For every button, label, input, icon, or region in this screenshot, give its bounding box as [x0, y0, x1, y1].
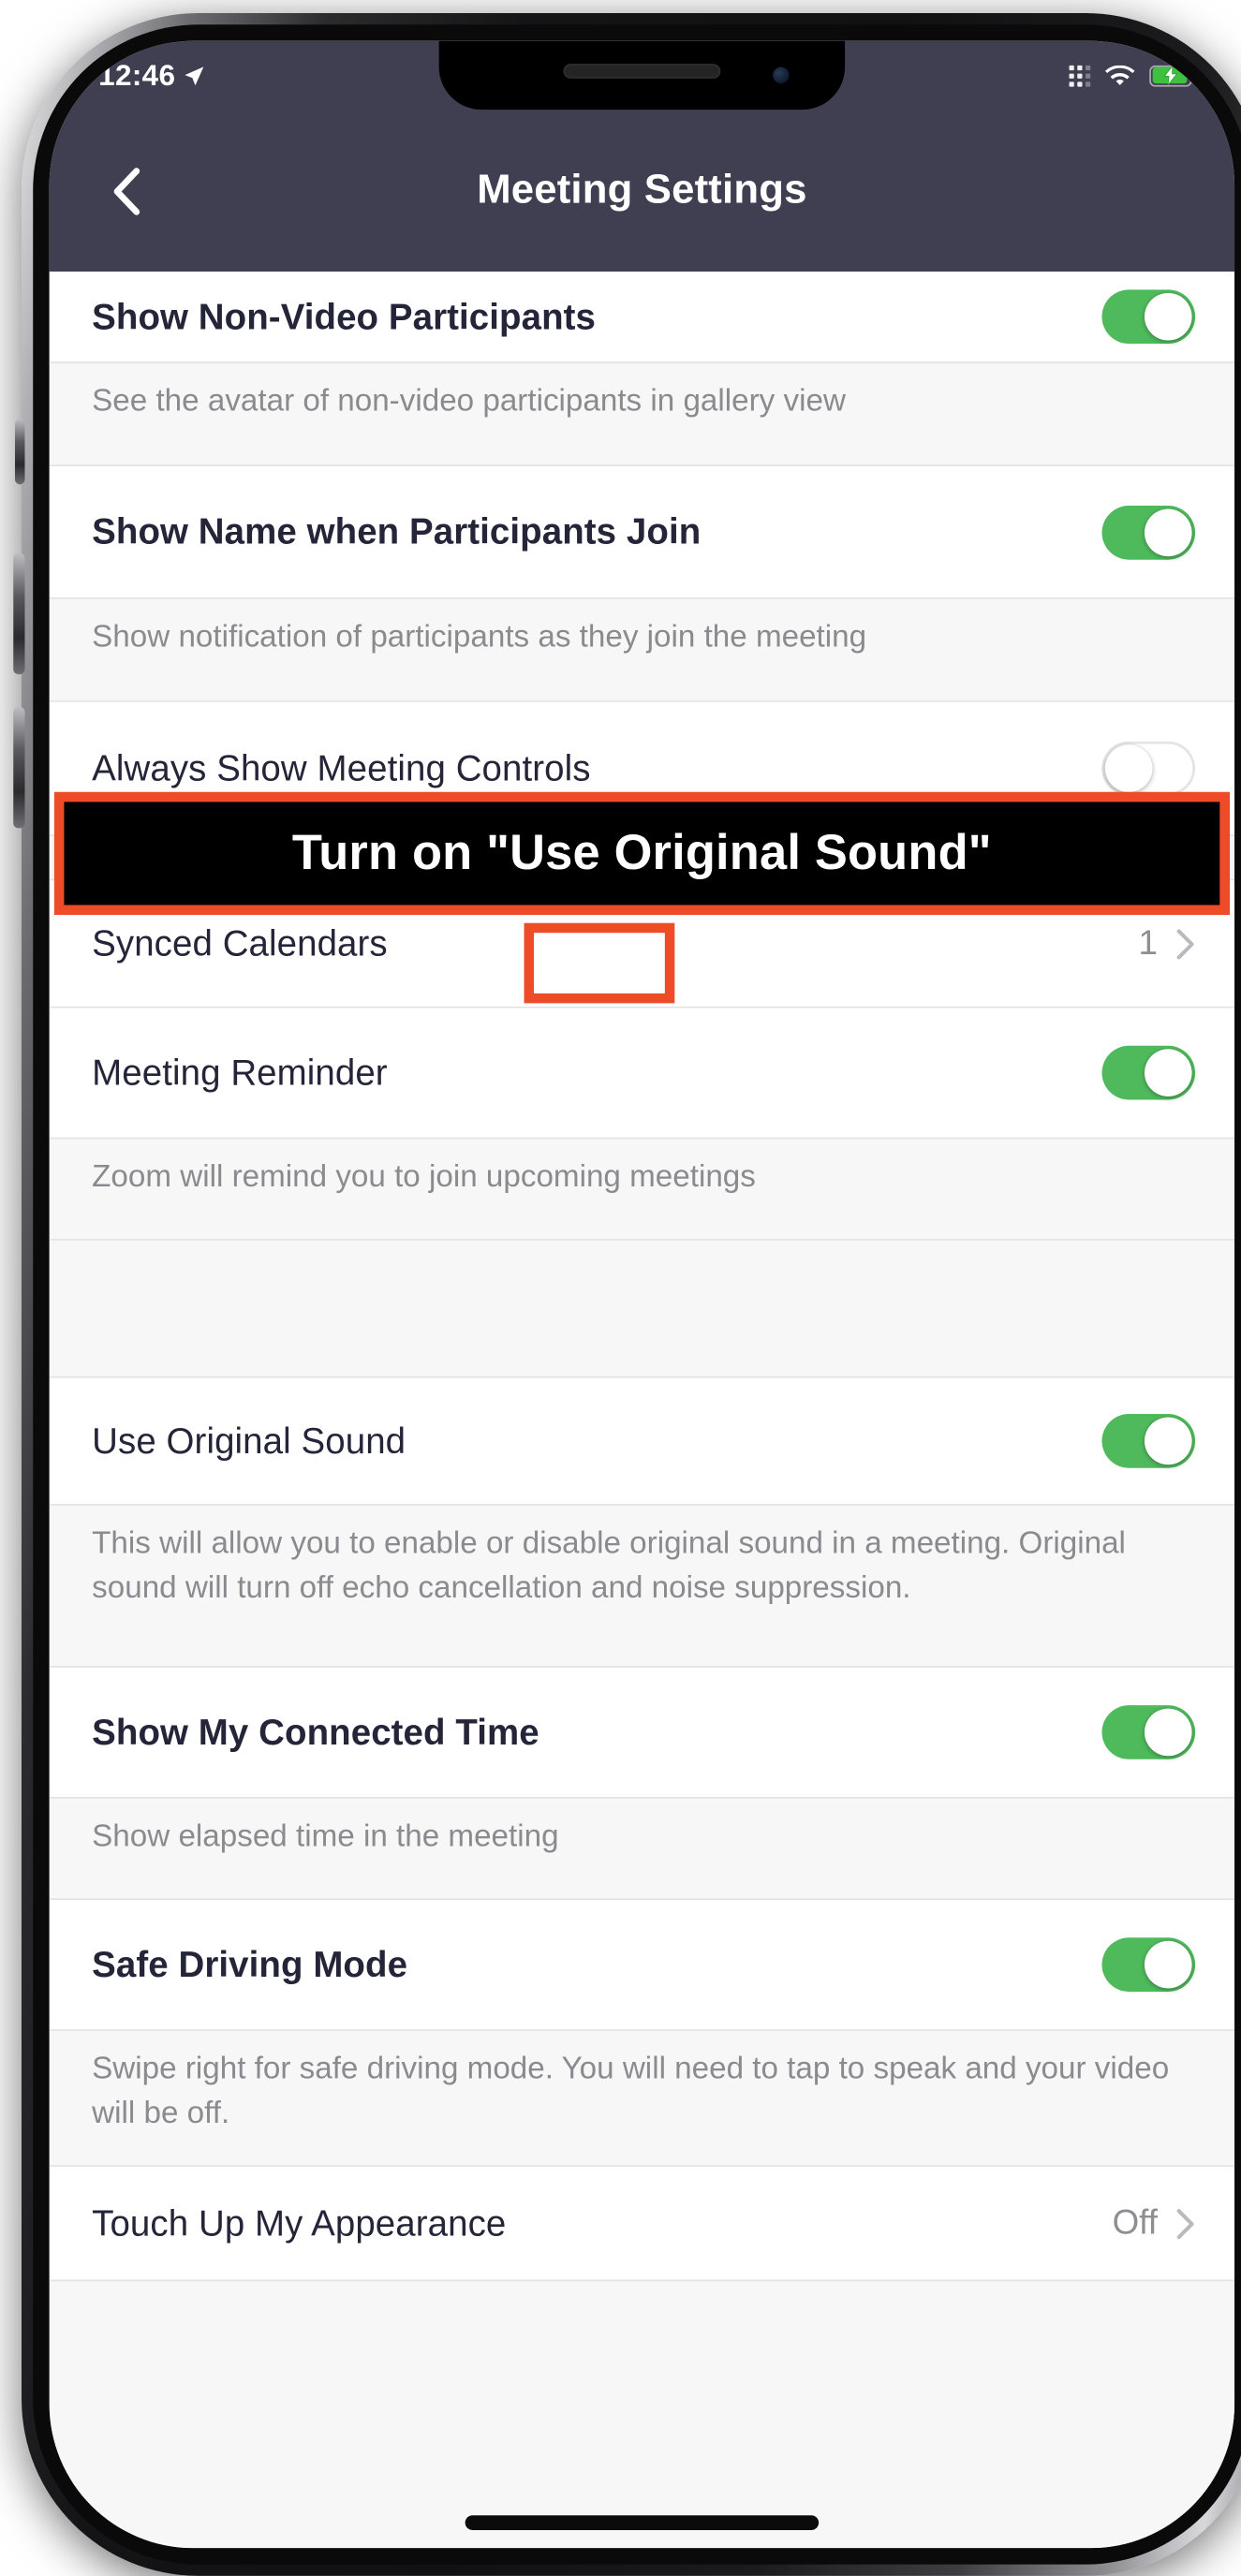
toggle-always-show-meeting-controls[interactable]: [1101, 741, 1196, 796]
volume-up-button[interactable]: [13, 552, 25, 675]
annotation-banner-text: Turn on "Use Original Sound": [291, 825, 992, 880]
navigation-bar: Meeting Settings: [50, 110, 1234, 272]
row-meeting-reminder[interactable]: Meeting Reminder: [49, 1008, 1235, 1140]
status-bar-left: 12:46: [98, 58, 205, 93]
row-label: Safe Driving Mode: [92, 1943, 408, 1985]
toggle-safe-driving-mode[interactable]: [1101, 1937, 1196, 1992]
row-use-original-sound[interactable]: Use Original Sound: [49, 1377, 1235, 1506]
phone-frame: 12:46 Meeting Settings Show Non-Video Pa…: [13, 13, 1241, 2576]
toggle-show-my-connected-time[interactable]: [1101, 1705, 1196, 1759]
banner-spacer: [49, 1240, 1235, 1378]
desc-show-name-when-participants-join: Show notification of participants as the…: [49, 598, 1235, 702]
desc-meeting-reminder: Zoom will remind you to join upcoming me…: [49, 1139, 1235, 1241]
row-label: Show Non-Video Participants: [92, 295, 597, 337]
page-title: Meeting Settings: [477, 167, 807, 213]
battery-charging-icon: [1149, 65, 1198, 86]
charging-bolt-icon: [1163, 65, 1178, 85]
desc-safe-driving-mode: Swipe right for safe driving mode. You w…: [49, 2030, 1235, 2167]
desc-show-my-connected-time: Show elapsed time in the meeting: [49, 1798, 1235, 1901]
row-show-name-when-participants-join[interactable]: Show Name when Participants Join: [49, 466, 1235, 599]
row-show-non-video-participants[interactable]: Show Non-Video Participants: [49, 272, 1235, 364]
row-touch-up-my-appearance[interactable]: Touch Up My Appearance Off: [49, 2166, 1235, 2282]
row-label: Always Show Meeting Controls: [92, 746, 591, 788]
row-label: Synced Calendars: [92, 921, 388, 964]
row-label: Show Name when Participants Join: [92, 510, 702, 552]
volume-down-button[interactable]: [13, 707, 25, 829]
toggle-use-original-sound[interactable]: [1101, 1414, 1196, 1468]
toggle-show-name-when-participants-join[interactable]: [1101, 505, 1196, 559]
row-label: Use Original Sound: [92, 1420, 406, 1461]
row-label: Touch Up My Appearance: [92, 2201, 507, 2244]
row-label: Show My Connected Time: [92, 1711, 539, 1752]
row-safe-driving-mode[interactable]: Safe Driving Mode: [49, 1900, 1235, 2031]
status-bar-clock: 12:46: [98, 58, 176, 92]
chevron-right-icon: [1176, 928, 1194, 959]
desc-show-non-video-participants: See the avatar of non-video participants…: [49, 363, 1235, 467]
app-header: 12:46 Meeting Settings: [49, 40, 1235, 272]
location-arrow-icon: [185, 66, 204, 85]
row-accessory: 1: [1138, 924, 1195, 964]
back-button[interactable]: [98, 156, 154, 225]
settings-list[interactable]: Show Non-Video Participants See the avat…: [49, 272, 1235, 2549]
toggle-meeting-reminder[interactable]: [1101, 1045, 1196, 1100]
chevron-right-icon: [1176, 2208, 1194, 2239]
chevron-left-icon: [113, 167, 140, 214]
home-indicator[interactable]: [465, 2515, 820, 2530]
row-value: 1: [1138, 923, 1158, 962]
row-show-my-connected-time[interactable]: Show My Connected Time: [49, 1667, 1235, 1799]
silent-switch-button[interactable]: [15, 419, 25, 485]
desc-use-original-sound: This will allow you to enable or disable…: [49, 1505, 1235, 1668]
annotation-banner: Turn on "Use Original Sound": [53, 791, 1230, 915]
cellular-dots-icon: [1069, 65, 1091, 86]
status-bar: 12:46: [50, 41, 1234, 110]
wifi-icon: [1104, 65, 1135, 85]
row-label: Meeting Reminder: [92, 1051, 388, 1093]
toggle-show-non-video-participants[interactable]: [1101, 289, 1196, 345]
row-value: Off: [1112, 2203, 1158, 2242]
phone-screen: 12:46 Meeting Settings Show Non-Video Pa…: [49, 40, 1235, 2549]
status-bar-right: [1069, 65, 1198, 86]
row-accessory: Off: [1113, 2203, 1195, 2243]
